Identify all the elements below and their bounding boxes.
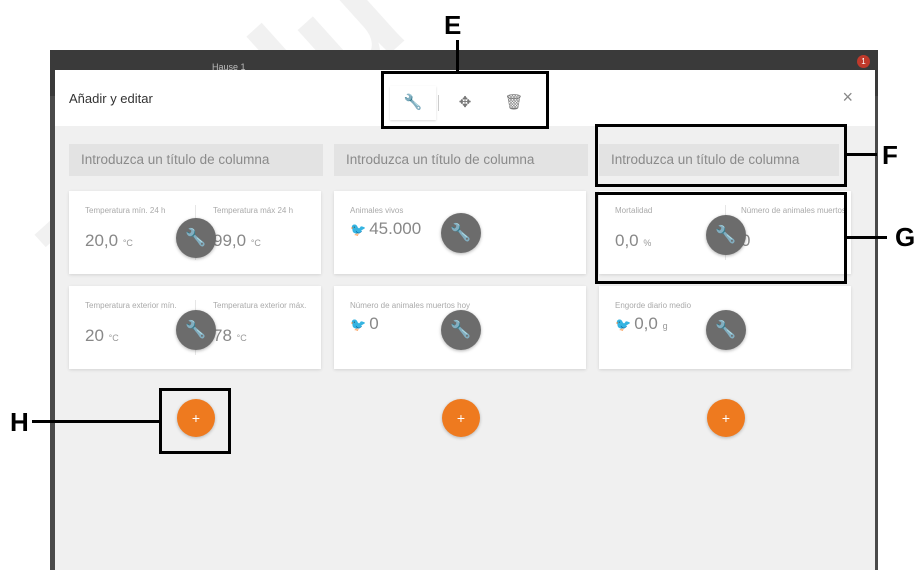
bird-icon: 🐦	[615, 317, 632, 332]
wrench-icon: 🔧	[450, 223, 472, 242]
callout-box-e	[381, 71, 549, 129]
widget-card: Temperatura mín. 24 h 20,0 °C Temperatur…	[69, 191, 321, 274]
metric-label: Temperatura mín. 24 h	[85, 206, 166, 215]
metric-value: 99,0 °C	[213, 231, 261, 250]
metric-label: Temperatura máx 24 h	[213, 206, 294, 215]
edit-widget-button[interactable]: 🔧	[441, 213, 481, 253]
callout-line-g	[847, 236, 887, 239]
callout-box-g	[595, 192, 847, 284]
callout-line-f	[847, 153, 877, 156]
column-title-input-2[interactable]: Introduzca un título de columna	[334, 144, 588, 176]
edit-widget-button[interactable]: 🔧	[441, 310, 481, 350]
callout-box-h	[159, 388, 231, 454]
add-widget-button-2[interactable]: +	[442, 399, 480, 437]
wrench-icon: 🔧	[715, 320, 737, 339]
plus-icon: +	[721, 410, 731, 426]
metric-value: 78 °C	[213, 326, 247, 345]
metric-label: Engorde diario medio	[615, 301, 692, 310]
metric: Temperatura exterior máx. 78 °C	[213, 300, 323, 346]
callout-box-f	[595, 124, 847, 187]
notification-badge[interactable]: 1	[857, 55, 870, 68]
bird-icon: 🐦	[350, 317, 367, 332]
callout-label-f: F	[882, 140, 898, 170]
callout-line-e	[456, 40, 459, 72]
dialog-title: Añadir y editar	[69, 91, 153, 106]
plus-icon: +	[456, 410, 466, 426]
callout-line-h	[32, 420, 160, 423]
edit-widget-button[interactable]: 🔧	[176, 310, 216, 350]
widget-card: Número de animales muertos hoy 🐦 0 🔧	[334, 286, 586, 369]
callout-label-e: E	[444, 10, 462, 40]
edit-widget-button[interactable]: 🔧	[706, 310, 746, 350]
column-title-input-1[interactable]: Introduzca un título de columna	[69, 144, 323, 176]
callout-label-g: G	[895, 222, 916, 252]
widget-card: Engorde diario medio 🐦 0,0 g 🔧	[599, 286, 851, 369]
widget-card: Temperatura exterior mín. 20 °C Temperat…	[69, 286, 321, 369]
edit-widget-button[interactable]: 🔧	[176, 218, 216, 258]
wrench-icon: 🔧	[185, 320, 207, 339]
close-icon[interactable]: ×	[842, 87, 853, 107]
bird-icon: 🐦	[350, 222, 367, 237]
metric-label: Número de animales muertos hoy	[350, 301, 471, 310]
callout-label-h: H	[10, 407, 29, 437]
widget-card: Animales vivos 🐦 45.000 🔧	[334, 191, 586, 274]
wrench-icon: 🔧	[185, 228, 207, 247]
metric-label: Temperatura exterior máx.	[213, 301, 307, 310]
add-widget-button-3[interactable]: +	[707, 399, 745, 437]
wrench-icon: 🔧	[450, 320, 472, 339]
metric: Temperatura máx 24 h 99,0 °C	[213, 205, 323, 251]
